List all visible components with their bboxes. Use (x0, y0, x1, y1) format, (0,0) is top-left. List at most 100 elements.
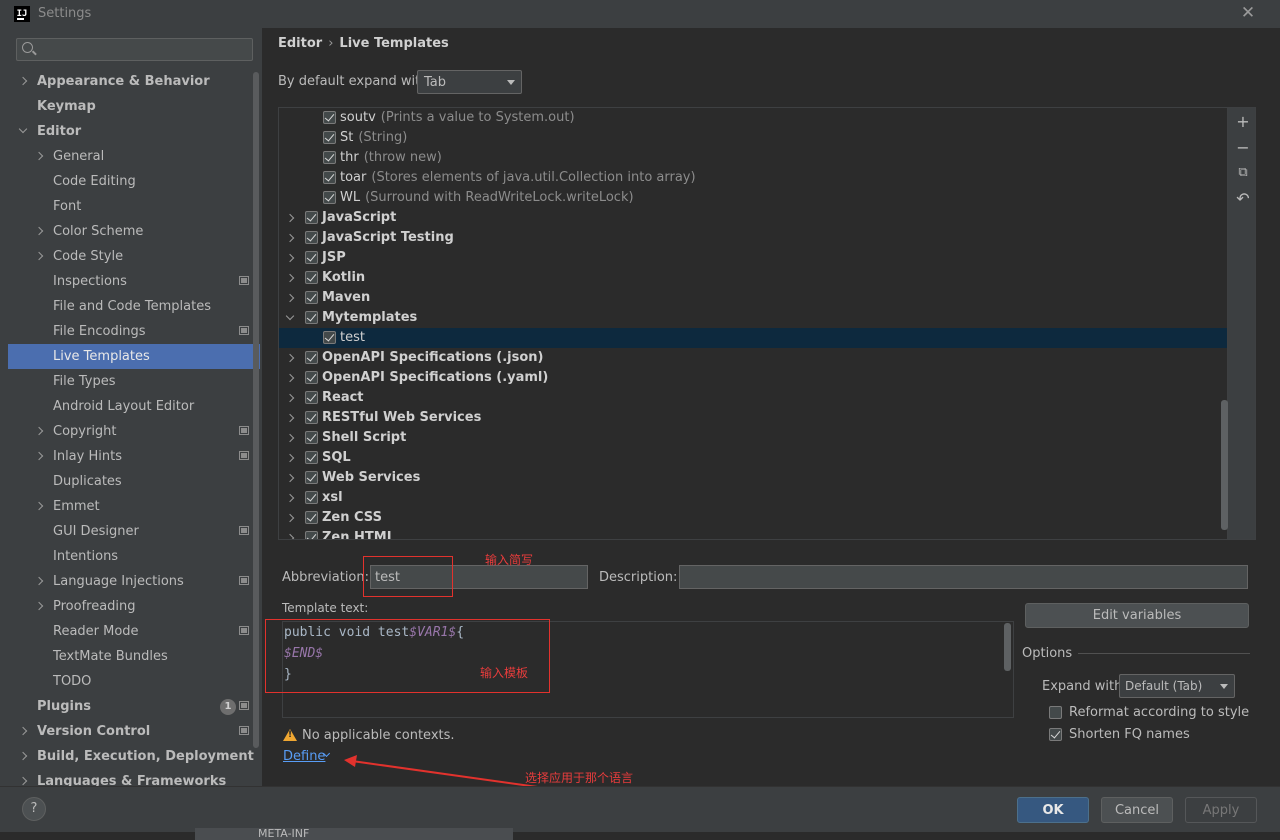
sidebar-item-duplicates[interactable]: Duplicates (8, 469, 260, 494)
sidebar-item-reader-mode[interactable]: Reader Mode (8, 619, 260, 644)
chevron-right-icon[interactable] (34, 226, 44, 236)
template-checkbox[interactable] (323, 171, 336, 184)
template-checkbox[interactable] (323, 191, 336, 204)
template-checkbox[interactable] (305, 251, 318, 264)
breadcrumb-editor[interactable]: Editor (278, 36, 322, 51)
sidebar-item-keymap[interactable]: Keymap (8, 94, 260, 119)
chevron-right-icon[interactable] (285, 473, 295, 483)
template-checkbox[interactable] (305, 471, 318, 484)
ok-button[interactable]: OK (1017, 797, 1089, 823)
apply-button[interactable]: Apply (1185, 797, 1257, 823)
template-group-row[interactable]: Maven (279, 288, 1227, 308)
template-group-row[interactable]: Web Services (279, 468, 1227, 488)
sidebar-item-language-injections[interactable]: Language Injections (8, 569, 260, 594)
template-checkbox[interactable] (305, 411, 318, 424)
sidebar-item-editor[interactable]: Editor (8, 119, 260, 144)
chevron-right-icon[interactable] (285, 513, 295, 523)
sidebar-item-languages-frameworks[interactable]: Languages & Frameworks (8, 769, 260, 786)
sidebar-item-appearance-behavior[interactable]: Appearance & Behavior (8, 69, 260, 94)
chevron-right-icon[interactable] (285, 413, 295, 423)
template-group-row[interactable]: Mytemplates (279, 308, 1227, 328)
chevron-right-icon[interactable] (285, 533, 295, 539)
template-checkbox[interactable] (305, 311, 318, 324)
chevron-right-icon[interactable] (34, 601, 44, 611)
template-group-row[interactable]: Zen CSS (279, 508, 1227, 528)
chevron-right-icon[interactable] (34, 251, 44, 261)
template-checkbox[interactable] (305, 351, 318, 364)
template-checkbox[interactable] (305, 271, 318, 284)
sidebar-item-inlay-hints[interactable]: Inlay Hints (8, 444, 260, 469)
sidebar-item-code-style[interactable]: Code Style (8, 244, 260, 269)
help-button[interactable]: ? (22, 797, 46, 821)
chevron-right-icon[interactable] (285, 353, 295, 363)
chevron-right-icon[interactable] (285, 393, 295, 403)
sidebar-item-file-and-code-templates[interactable]: File and Code Templates (8, 294, 260, 319)
template-group-row[interactable]: Shell Script (279, 428, 1227, 448)
sidebar-item-textmate-bundles[interactable]: TextMate Bundles (8, 644, 260, 669)
template-group-row[interactable]: React (279, 388, 1227, 408)
sidebar-item-proofreading[interactable]: Proofreading (8, 594, 260, 619)
sidebar-item-inspections[interactable]: Inspections (8, 269, 260, 294)
search-box[interactable] (16, 38, 253, 61)
chevron-right-icon[interactable] (18, 751, 28, 761)
chevron-right-icon[interactable] (285, 273, 295, 283)
sidebar-item-live-templates[interactable]: Live Templates (8, 344, 260, 369)
search-input[interactable] (39, 41, 239, 58)
template-group-row[interactable]: SQL (279, 448, 1227, 468)
template-row[interactable]: soutv (Prints a value to System.out) (279, 108, 1227, 128)
template-checkbox[interactable] (305, 231, 318, 244)
template-group-row[interactable]: JavaScript (279, 208, 1227, 228)
sidebar-item-code-editing[interactable]: Code Editing (8, 169, 260, 194)
sidebar-item-color-scheme[interactable]: Color Scheme (8, 219, 260, 244)
chevron-right-icon[interactable] (18, 76, 28, 86)
chevron-right-icon[interactable] (34, 501, 44, 511)
edit-variables-button[interactable]: Edit variables (1025, 603, 1249, 628)
shorten-fq-names-checkbox[interactable] (1049, 728, 1062, 741)
restore-icon[interactable]: ↶ (1234, 190, 1252, 208)
cancel-button[interactable]: Cancel (1101, 797, 1173, 823)
template-group-row[interactable]: RESTful Web Services (279, 408, 1227, 428)
template-checkbox[interactable] (305, 531, 318, 539)
template-checkbox[interactable] (305, 491, 318, 504)
default-expand-select[interactable]: Tab (417, 70, 522, 94)
template-group-row[interactable]: xsl (279, 488, 1227, 508)
template-group-row[interactable]: Zen HTML (279, 528, 1227, 539)
template-checkbox[interactable] (305, 291, 318, 304)
expand-with-select[interactable]: Default (Tab) (1119, 674, 1235, 698)
template-row[interactable]: St (String) (279, 128, 1227, 148)
chevron-right-icon[interactable] (285, 293, 295, 303)
sidebar-scrollbar[interactable] (253, 72, 259, 748)
template-row[interactable]: toar (Stores elements of java.util.Collec… (279, 168, 1227, 188)
chevron-down-icon[interactable] (285, 311, 295, 321)
chevron-right-icon[interactable] (34, 576, 44, 586)
copy-icon[interactable]: ⧉ (1234, 164, 1252, 182)
chevron-right-icon[interactable] (34, 151, 44, 161)
chevron-right-icon[interactable] (285, 233, 295, 243)
template-row[interactable]: test (279, 328, 1227, 348)
sidebar-item-emmet[interactable]: Emmet (8, 494, 260, 519)
sidebar-item-version-control[interactable]: Version Control (8, 719, 260, 744)
sidebar-item-todo[interactable]: TODO (8, 669, 260, 694)
template-checkbox[interactable] (323, 151, 336, 164)
sidebar-item-copyright[interactable]: Copyright (8, 419, 260, 444)
chevron-right-icon[interactable] (18, 726, 28, 736)
chevron-right-icon[interactable] (18, 776, 28, 786)
template-checkbox[interactable] (305, 391, 318, 404)
template-group-row[interactable]: OpenAPI Specifications (.json) (279, 348, 1227, 368)
template-row[interactable]: WL (Surround with ReadWriteLock.writeLock… (279, 188, 1227, 208)
template-editor-scrollbar[interactable] (1004, 623, 1011, 671)
templates-tree-scrollbar[interactable] (1221, 400, 1228, 530)
template-checkbox[interactable] (305, 371, 318, 384)
template-checkbox[interactable] (323, 131, 336, 144)
chevron-right-icon[interactable] (285, 453, 295, 463)
sidebar-item-font[interactable]: Font (8, 194, 260, 219)
template-checkbox[interactable] (305, 451, 318, 464)
chevron-right-icon[interactable] (285, 253, 295, 263)
template-checkbox[interactable] (305, 431, 318, 444)
template-group-row[interactable]: JavaScript Testing (279, 228, 1227, 248)
chevron-right-icon[interactable] (34, 426, 44, 436)
chevron-right-icon[interactable] (285, 433, 295, 443)
remove-icon[interactable]: − (1234, 139, 1252, 157)
sidebar-item-file-encodings[interactable]: File Encodings (8, 319, 260, 344)
close-icon[interactable]: ✕ (1238, 3, 1258, 23)
